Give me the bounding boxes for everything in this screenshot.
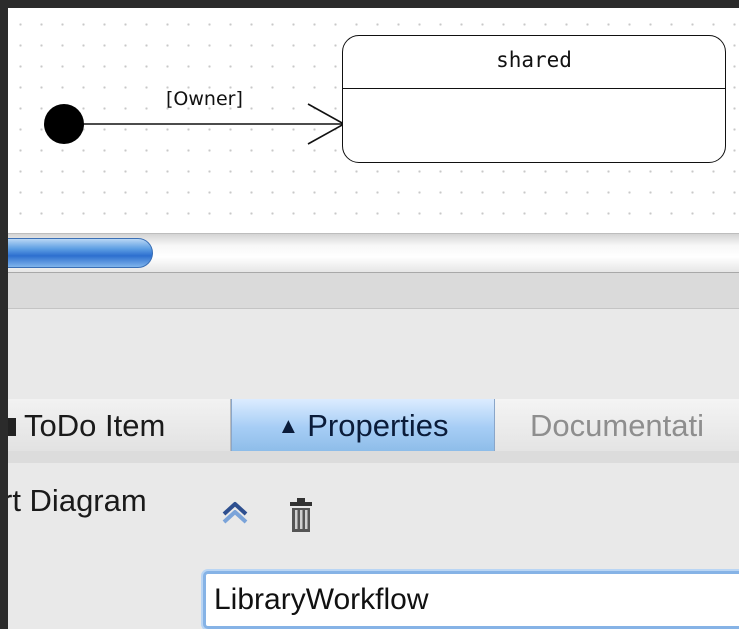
initial-pseudostate[interactable] xyxy=(44,104,84,144)
state-compartment-divider xyxy=(343,88,725,89)
properties-panel: rt Diagram xyxy=(8,463,739,629)
tab-content-separator xyxy=(8,451,739,463)
delete-icon[interactable] xyxy=(288,497,314,533)
element-type-label: rt Diagram xyxy=(8,483,147,518)
diagram-canvas[interactable]: [Owner] shared xyxy=(8,8,739,233)
transition-guard-label: [Owner] xyxy=(166,88,243,110)
state-node[interactable]: shared xyxy=(342,35,726,163)
tab-documentation[interactable]: Documentati xyxy=(495,399,739,451)
splitter[interactable] xyxy=(8,273,739,309)
argouml-window: [Owner] shared ToDo Item ▲ Properties Doc… xyxy=(8,8,739,629)
name-field[interactable] xyxy=(203,571,739,629)
details-tab-bar: ToDo Item ▲ Properties Documentati xyxy=(8,399,739,451)
triangle-up-icon: ▲ xyxy=(277,413,300,438)
tab-properties[interactable]: ▲ Properties xyxy=(231,399,495,451)
pane-background xyxy=(8,309,739,399)
diagram-horizontal-scrollbar[interactable] xyxy=(8,233,739,273)
tab-edge-icon xyxy=(8,418,16,436)
scrollbar-thumb[interactable] xyxy=(8,238,153,268)
tab-label: ToDo Item xyxy=(24,408,166,443)
state-name: shared xyxy=(496,48,572,72)
tab-todo-item[interactable]: ToDo Item xyxy=(8,399,231,451)
tab-label: Documentati xyxy=(530,408,705,443)
tab-label: Properties xyxy=(307,408,449,443)
navigate-up-icon[interactable] xyxy=(220,500,250,526)
